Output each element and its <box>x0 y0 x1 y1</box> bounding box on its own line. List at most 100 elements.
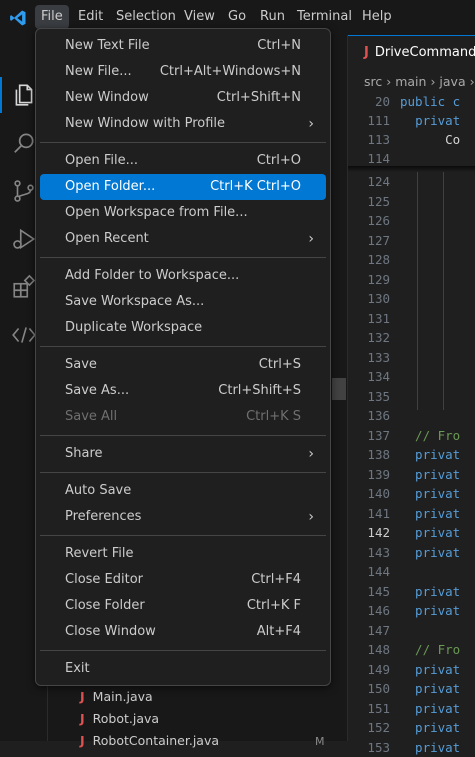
code-text: privat <box>400 465 460 485</box>
code-text: privat <box>400 679 460 699</box>
line-number: 142 <box>348 523 390 543</box>
line-number: 136 <box>348 406 390 426</box>
file-item-robot[interactable]: JRobot.java <box>80 708 159 730</box>
menu-go[interactable]: Go <box>222 5 252 29</box>
menu-item-new-window-with-profile[interactable]: New Window with Profile› <box>40 111 326 137</box>
code-token: privat <box>400 584 460 599</box>
run-debug-icon[interactable] <box>11 226 37 252</box>
menu-item-close-editor[interactable]: Close Editor Ctrl+F4 <box>40 567 326 593</box>
menu-item-duplicate-workspace[interactable]: Duplicate Workspace <box>40 315 326 341</box>
menu-item-open-workspace-from-file[interactable]: Open Workspace from File... <box>40 200 326 226</box>
code-token: privat <box>400 525 460 540</box>
code-line: 143 privat <box>348 543 475 563</box>
menu-item-new-text-file[interactable]: New Text FileCtrl+N <box>40 33 326 59</box>
menu-item-save-as[interactable]: Save As...Ctrl+Shift+S <box>40 378 326 404</box>
line-number: 131 <box>348 309 390 329</box>
breadcrumb: src › main › java › <box>364 71 475 93</box>
source-control-icon[interactable] <box>11 178 37 204</box>
menu-item-preferences[interactable]: Preferences› <box>40 504 326 530</box>
code-line: 149 privat <box>348 660 475 680</box>
modified-badge: M <box>315 735 325 748</box>
line-number: 111 <box>348 111 390 131</box>
menu-help[interactable]: Help <box>356 5 398 29</box>
menu-item-add-folder-to-workspace[interactable]: Add Folder to Workspace... <box>40 263 326 289</box>
code-line: 146 privat <box>348 601 475 621</box>
menu-item-label: New File... <box>65 59 132 85</box>
java-file-icon: J <box>364 45 369 60</box>
menu-item-label: Save <box>65 352 97 378</box>
code-line: 126 <box>348 211 475 231</box>
menu-selection[interactable]: Selection <box>110 5 182 29</box>
menu-item-exit[interactable]: Exit <box>40 656 326 682</box>
tab-bar: JDriveCommands <box>348 35 475 70</box>
menu-item-open-file[interactable]: Open File...Ctrl+O <box>40 148 326 174</box>
code-line: 138 privat <box>348 445 475 465</box>
code-line: 150 privat <box>348 679 475 699</box>
menu-item-label: Close Editor <box>65 567 143 593</box>
line-number: 141 <box>348 504 390 524</box>
line-number: 139 <box>348 465 390 485</box>
code-line: 128 <box>348 250 475 270</box>
menu-item-shortcut: Ctrl+F4 <box>251 567 301 593</box>
file-item-robotcontainer[interactable]: JRobotContainer.java <box>80 730 219 752</box>
breadcrumb-item[interactable]: src <box>364 74 382 89</box>
line-number: 134 <box>348 367 390 387</box>
editor-area: JDriveCommands src › main › java › 20pub… <box>348 35 475 741</box>
menu-item-save-all: Save AllCtrl+K S <box>40 404 326 430</box>
line-number: 146 <box>348 601 390 621</box>
menu-item-label: Auto Save <box>65 478 131 504</box>
code-token: privat <box>400 603 460 618</box>
menu-item-label: Open Workspace from File... <box>65 200 248 226</box>
breadcrumb-item[interactable]: java <box>439 74 465 89</box>
menu-item-auto-save[interactable]: Auto Save <box>40 478 326 504</box>
menu-item-new-file[interactable]: New File...Ctrl+Alt+Windows+N <box>40 59 326 85</box>
menu-view[interactable]: View <box>178 5 221 29</box>
menu-separator <box>40 142 326 143</box>
menu-item-new-window[interactable]: New WindowCtrl+Shift+N <box>40 85 326 111</box>
code-token: privat <box>400 506 460 521</box>
menu-item-label: Share <box>65 441 103 467</box>
explorer-icon[interactable] <box>11 82 37 108</box>
menu-separator <box>40 472 326 473</box>
code-token: privat <box>400 740 460 755</box>
menu-item-save[interactable]: SaveCtrl+S <box>40 352 326 378</box>
code-line: 130 <box>348 289 475 309</box>
menu-file[interactable]: File <box>35 5 69 29</box>
line-number: 125 <box>348 192 390 212</box>
code-text: privat <box>400 111 460 131</box>
remote-explorer-icon[interactable] <box>11 322 37 348</box>
tab-drivecommands[interactable]: JDriveCommands <box>348 35 475 70</box>
code-line: 131 <box>348 309 475 329</box>
sidebar-scrollbar[interactable] <box>332 378 346 400</box>
menu-item-revert-file[interactable]: Revert File <box>40 541 326 567</box>
menu-item-label: Save As... <box>65 378 129 404</box>
sticky-scroll-shadow <box>348 166 475 172</box>
menu-edit[interactable]: Edit <box>72 5 109 29</box>
code-token: privat <box>415 113 460 128</box>
menu-item-close-window[interactable]: Close WindowAlt+F4 <box>40 619 326 645</box>
code-token <box>400 113 415 128</box>
menu-item-share[interactable]: Share› <box>40 441 326 467</box>
chevron-right-icon: › <box>470 74 475 89</box>
extensions-icon[interactable] <box>11 274 37 300</box>
code-token: privat <box>400 545 460 560</box>
code-text: // Fro <box>400 640 460 660</box>
code-line: 153 privat <box>348 738 475 757</box>
menu-separator <box>40 346 326 347</box>
menu-terminal[interactable]: Terminal <box>291 5 358 29</box>
code-token: privat <box>400 681 460 696</box>
code-token: privat <box>400 720 460 735</box>
line-number: 153 <box>348 738 390 757</box>
menu-item-close-folder[interactable]: Close FolderCtrl+K F <box>40 593 326 619</box>
line-number: 135 <box>348 387 390 407</box>
menu-item-open-recent[interactable]: Open Recent› <box>40 226 326 252</box>
menu-item-shortcut: Ctrl+K F <box>247 593 301 619</box>
menu-item-save-workspace-as[interactable]: Save Workspace As... <box>40 289 326 315</box>
search-icon[interactable] <box>11 130 37 156</box>
menu-item-label: Open File... <box>65 148 138 174</box>
file-item-main[interactable]: JMain.java <box>80 686 153 708</box>
sticky-line: 20public c <box>348 92 475 112</box>
menu-item-open-folder[interactable]: Open Folder...Ctrl+K Ctrl+O <box>40 174 326 200</box>
breadcrumb-item[interactable]: main <box>395 74 426 89</box>
menu-run[interactable]: Run <box>254 5 291 29</box>
